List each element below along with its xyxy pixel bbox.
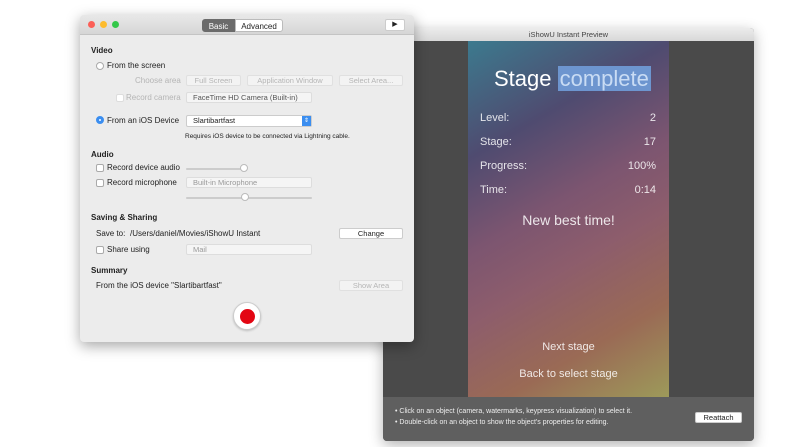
microphone-slider[interactable] bbox=[186, 197, 312, 199]
camera-select[interactable]: FaceTime HD Camera (Built-in) bbox=[186, 92, 312, 103]
choose-area-label: Choose area bbox=[135, 76, 181, 85]
saving-heading: Saving & Sharing bbox=[91, 213, 158, 222]
microphone-slider-knob[interactable] bbox=[241, 193, 249, 201]
summary-text: From the iOS device "Slartibartfast" bbox=[96, 281, 222, 290]
preview-toggle-button[interactable]: ▶ bbox=[385, 19, 405, 31]
hint-1: • Click on an object (camera, watermarks… bbox=[395, 408, 633, 415]
record-button[interactable] bbox=[233, 302, 261, 330]
ios-note: Requires iOS device to be connected via … bbox=[185, 133, 350, 140]
share-using-label: Share using bbox=[107, 245, 150, 254]
from-ios-radio[interactable] bbox=[96, 116, 104, 124]
preview-title: iShowU Instant Preview bbox=[528, 30, 609, 39]
full-screen-button[interactable]: Full Screen bbox=[186, 75, 241, 86]
stage-label: Stage: bbox=[480, 136, 512, 148]
device-audio-slider-knob[interactable] bbox=[240, 164, 248, 172]
share-using-checkbox[interactable] bbox=[96, 246, 104, 254]
minimize-button[interactable] bbox=[100, 21, 107, 28]
microphone-value: Built-in Microphone bbox=[193, 178, 258, 187]
back-to-select-stage-button[interactable]: Back to select stage bbox=[468, 368, 669, 380]
progress-value: 100% bbox=[627, 160, 656, 172]
title-bar: Basic Advanced ▶ bbox=[80, 15, 414, 35]
ios-device-select[interactable]: Slartibartfast ⇕ bbox=[186, 115, 312, 127]
record-camera-checkbox[interactable] bbox=[116, 94, 124, 102]
microphone-select[interactable]: Built-in Microphone bbox=[186, 177, 312, 188]
tab-advanced[interactable]: Advanced bbox=[235, 19, 283, 32]
record-camera-label: Record camera bbox=[126, 93, 181, 102]
select-area-button[interactable]: Select Area... bbox=[339, 75, 403, 86]
preview-bottom-bar: • Click on an object (camera, watermarks… bbox=[383, 397, 754, 441]
preview-title-bar: iShowU Instant Preview bbox=[383, 28, 754, 41]
next-stage-button[interactable]: Next stage bbox=[468, 341, 669, 353]
reattach-button[interactable]: Reattach bbox=[695, 412, 742, 423]
ios-device-value: Slartibartfast bbox=[193, 116, 236, 125]
time-value: 0:14 bbox=[634, 184, 656, 196]
share-select[interactable]: Mail bbox=[186, 244, 312, 255]
time-label: Time: bbox=[480, 184, 508, 196]
ishowu-main-window: Basic Advanced ▶ Video From the screen C… bbox=[80, 15, 414, 342]
summary-heading: Summary bbox=[91, 266, 128, 275]
audio-heading: Audio bbox=[91, 150, 114, 159]
from-screen-radio[interactable] bbox=[96, 62, 104, 70]
chevron-updown-icon: ⇕ bbox=[302, 116, 311, 126]
stage-value: 17 bbox=[643, 136, 656, 148]
record-microphone-checkbox[interactable] bbox=[96, 179, 104, 187]
record-microphone-label: Record microphone bbox=[107, 178, 177, 187]
save-to-label: Save to: bbox=[96, 229, 126, 238]
record-device-audio-checkbox[interactable] bbox=[96, 164, 104, 172]
hint-2: • Double-click on an object to show the … bbox=[395, 419, 609, 426]
share-value: Mail bbox=[193, 245, 207, 254]
record-icon bbox=[240, 309, 255, 324]
ios-screen: Stage complete Level: 2 Stage: 17 Progre… bbox=[468, 41, 669, 397]
game-title: Stage complete bbox=[494, 66, 651, 92]
play-icon: ▶ bbox=[392, 21, 398, 28]
device-audio-slider[interactable] bbox=[186, 168, 246, 170]
game-title-part2-selected: complete bbox=[557, 66, 651, 91]
application-window-button[interactable]: Application Window bbox=[247, 75, 333, 86]
camera-value: FaceTime HD Camera (Built-in) bbox=[193, 93, 298, 102]
tab-basic[interactable]: Basic bbox=[202, 19, 235, 32]
video-heading: Video bbox=[91, 46, 113, 55]
zoom-button[interactable] bbox=[112, 21, 119, 28]
level-value: 2 bbox=[649, 112, 656, 124]
record-device-audio-label: Record device audio bbox=[107, 163, 180, 172]
preview-window: iShowU Instant Preview Stage complete Le… bbox=[383, 28, 754, 441]
change-button[interactable]: Change bbox=[339, 228, 403, 239]
from-screen-label: From the screen bbox=[107, 61, 166, 70]
close-button[interactable] bbox=[88, 21, 95, 28]
show-area-button[interactable]: Show Area bbox=[339, 280, 403, 291]
save-path: /Users/daniel/Movies/iShowU Instant bbox=[130, 229, 261, 238]
progress-label: Progress: bbox=[480, 160, 528, 172]
level-label: Level: bbox=[480, 112, 510, 124]
from-ios-label: From an iOS Device bbox=[107, 116, 180, 125]
new-best-time: New best time! bbox=[522, 212, 615, 228]
game-title-part1: Stage bbox=[494, 66, 552, 91]
